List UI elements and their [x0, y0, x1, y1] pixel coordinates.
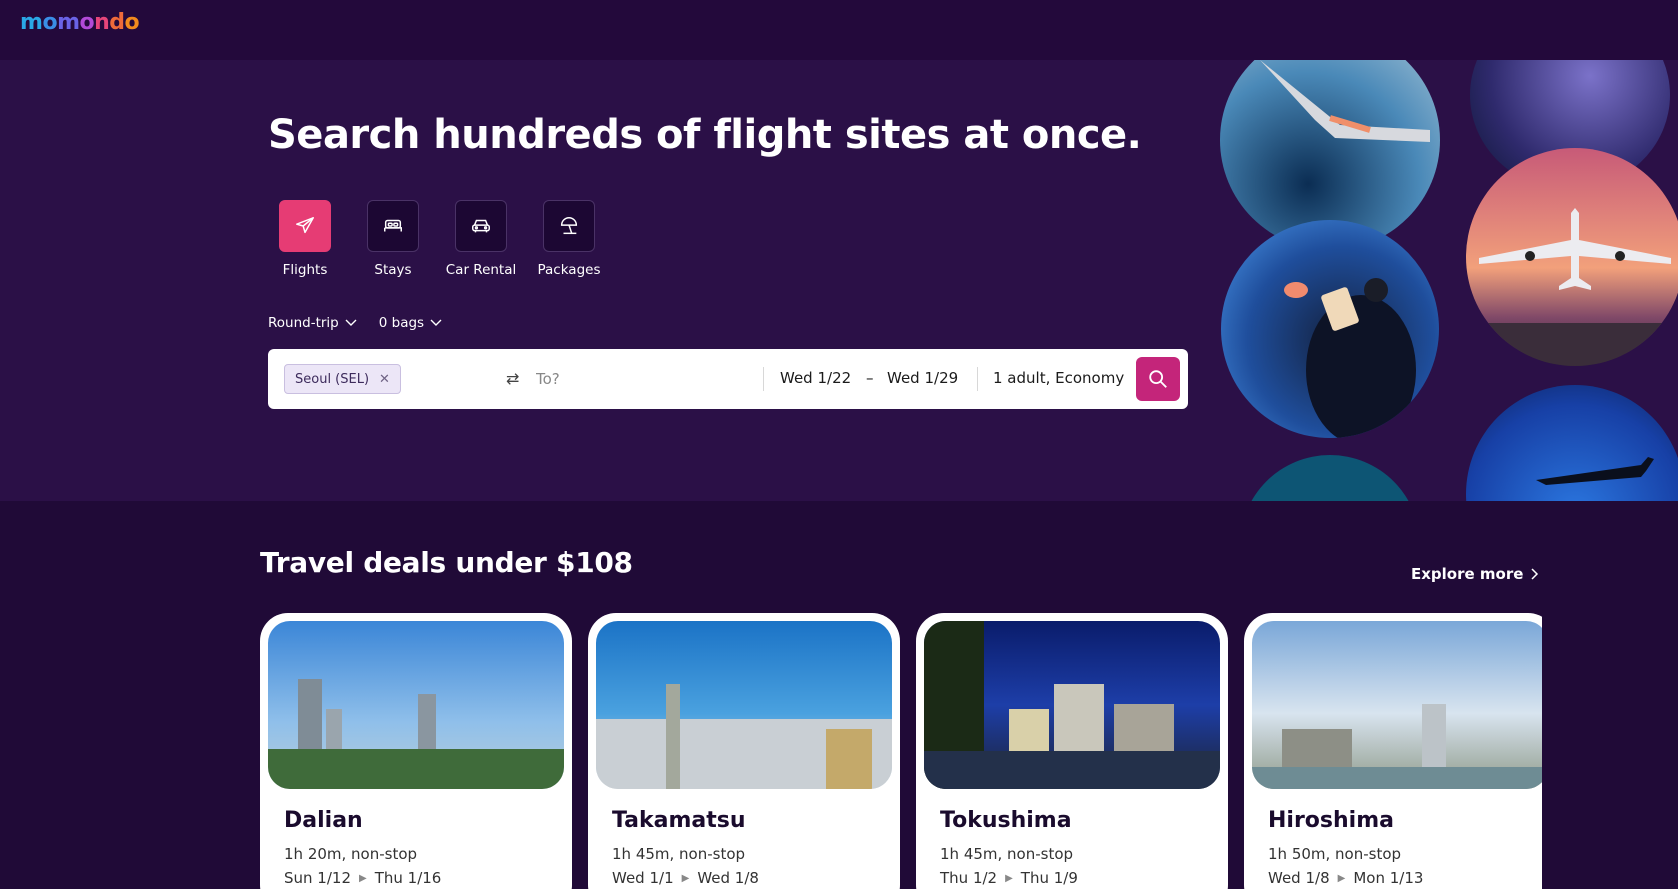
- deal-return-date: Thu 1/16: [374, 869, 442, 887]
- hiroshima-city-photo: [1252, 621, 1542, 789]
- airplane-moon-photo: [1466, 385, 1678, 501]
- trip-type-dropdown[interactable]: Round-trip: [268, 315, 357, 331]
- deal-depart-date: Thu 1/2: [940, 869, 998, 887]
- flight-search-form: Seoul (SEL) ✕ ⇄ Wed 1/22 – Wed 1/29 1 ad…: [268, 349, 1188, 409]
- return-date[interactable]: Wed 1/29: [887, 369, 958, 387]
- page-title: Search hundreds of flight sites at once.: [268, 112, 1142, 158]
- deal-card[interactable]: Tokushima 1h 45m, non-stop Thu 1/2 ▶ Thu…: [916, 613, 1228, 889]
- section-title: Travel deals under $108: [260, 546, 633, 579]
- trip-type-label: Round-trip: [268, 315, 339, 331]
- deal-dates: Wed 1/1 ▶ Wed 1/8: [612, 869, 759, 887]
- destination-input[interactable]: [536, 364, 756, 394]
- deal-card[interactable]: Hiroshima 1h 50m, non-stop Wed 1/8 ▶ Mon…: [1244, 613, 1542, 889]
- bags-dropdown[interactable]: 0 bags: [379, 315, 442, 331]
- divider: [977, 367, 978, 391]
- dalian-city-photo: [268, 621, 564, 789]
- airplane-sunset-photo: [1466, 148, 1678, 366]
- passenger-cabin-photo: [1221, 220, 1439, 438]
- deal-return-date: Thu 1/9: [1020, 869, 1078, 887]
- logo-letter: m: [20, 10, 43, 35]
- arrow-right-icon: ▶: [681, 872, 690, 884]
- chevron-down-icon: [430, 319, 442, 326]
- logo-letter: o: [42, 10, 58, 35]
- deal-card[interactable]: Takamatsu 1h 45m, non-stop Wed 1/1 ▶ Wed…: [588, 613, 900, 889]
- deal-depart-date: Wed 1/8: [1268, 869, 1330, 887]
- origin-label: Seoul (SEL): [295, 371, 370, 387]
- deal-dates: Thu 1/2 ▶ Thu 1/9: [940, 869, 1078, 887]
- arrow-right-icon: ▶: [1005, 872, 1013, 884]
- logo-letter: n: [94, 10, 110, 35]
- takamatsu-city-photo: [596, 621, 892, 789]
- tab-flights[interactable]: Flights: [268, 200, 342, 278]
- travelers-selector[interactable]: 1 adult, Economy: [993, 369, 1124, 387]
- ocean-photo: [1240, 455, 1420, 501]
- deal-return-date: Wed 1/8: [697, 869, 759, 887]
- divider: [763, 367, 764, 391]
- deal-city: Dalian: [284, 808, 363, 833]
- date-separator: –: [866, 369, 874, 387]
- deal-dates: Sun 1/12 ▶ Thu 1/16: [284, 869, 441, 887]
- logo-letter: o: [79, 10, 95, 35]
- search-icon: [1149, 370, 1167, 388]
- deal-city: Takamatsu: [612, 808, 746, 833]
- logo-letter: o: [124, 10, 140, 35]
- plane-icon: [279, 200, 331, 252]
- tab-label: Car Rental: [445, 262, 517, 278]
- bed-icon: [367, 200, 419, 252]
- vertical-tabs: Flights Stays Car Rental Packages: [268, 200, 606, 278]
- search-button[interactable]: [1136, 357, 1180, 401]
- tab-label: Flights: [282, 262, 328, 278]
- chevron-right-icon: [1531, 568, 1539, 580]
- deal-depart-date: Sun 1/12: [284, 869, 351, 887]
- chevron-down-icon: [345, 319, 357, 326]
- arrow-right-icon: ▶: [359, 872, 367, 884]
- tokushima-city-photo: [924, 621, 1220, 789]
- tab-stays[interactable]: Stays: [356, 200, 430, 278]
- tab-label: Stays: [374, 262, 412, 278]
- origin-chip[interactable]: Seoul (SEL) ✕: [284, 364, 401, 394]
- deal-city: Tokushima: [940, 808, 1072, 833]
- tab-packages[interactable]: Packages: [532, 200, 606, 278]
- deal-duration: 1h 45m, non-stop: [612, 845, 746, 863]
- deal-duration: 1h 50m, non-stop: [1268, 845, 1402, 863]
- deal-duration: 1h 45m, non-stop: [940, 845, 1074, 863]
- logo-letter: m: [57, 10, 80, 35]
- trip-options: Round-trip 0 bags: [268, 315, 442, 331]
- logo-letter: d: [109, 10, 125, 35]
- explore-more-label: Explore more: [1411, 565, 1524, 583]
- tab-label: Packages: [537, 262, 601, 278]
- travel-deals-section: Travel deals under $108 Explore more Dal…: [0, 501, 1678, 889]
- depart-date[interactable]: Wed 1/22: [780, 369, 851, 387]
- top-bar: momondo: [0, 0, 1678, 60]
- hero-section: Search hundreds of flight sites at once.…: [0, 60, 1678, 501]
- deal-dates: Wed 1/8 ▶ Mon 1/13: [1268, 869, 1423, 887]
- arrow-right-icon: ▶: [1337, 872, 1346, 884]
- bags-label: 0 bags: [378, 315, 425, 331]
- swap-icon[interactable]: ⇄: [506, 369, 519, 388]
- momondo-logo[interactable]: momondo: [20, 10, 140, 35]
- deal-duration: 1h 20m, non-stop: [284, 845, 418, 863]
- car-icon: [455, 200, 507, 252]
- close-icon[interactable]: ✕: [379, 372, 390, 387]
- beach-umbrella-icon: [543, 200, 595, 252]
- explore-more-link[interactable]: Explore more: [1411, 565, 1539, 583]
- deal-cards: Dalian 1h 20m, non-stop Sun 1/12 ▶ Thu 1…: [260, 613, 1542, 889]
- deal-return-date: Mon 1/13: [1353, 869, 1424, 887]
- deal-card[interactable]: Dalian 1h 20m, non-stop Sun 1/12 ▶ Thu 1…: [260, 613, 572, 889]
- tab-car-rental[interactable]: Car Rental: [444, 200, 518, 278]
- deal-depart-date: Wed 1/1: [612, 869, 674, 887]
- deal-city: Hiroshima: [1268, 808, 1394, 833]
